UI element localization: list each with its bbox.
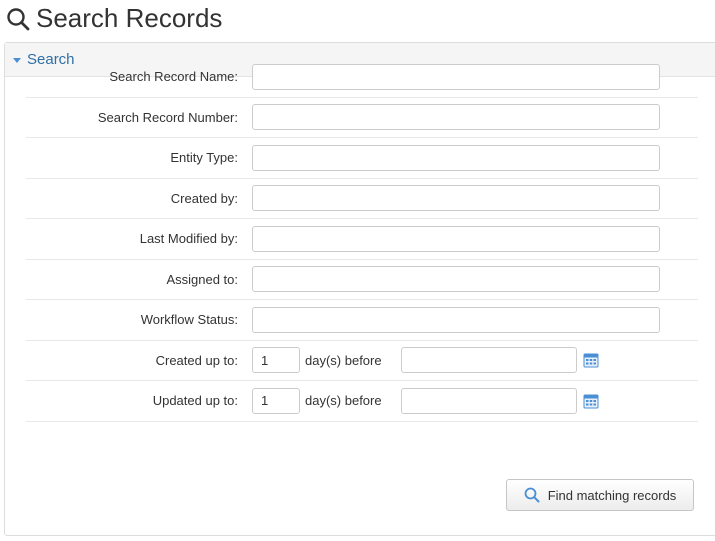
field-label: Workflow Status: [140, 312, 238, 328]
field-label: Search Record Name: [109, 69, 238, 85]
created-by-input[interactable] [252, 185, 660, 212]
form-row-last-modified-by: Last Modified by: [26, 219, 698, 260]
search-record-name-input[interactable] [252, 63, 660, 90]
field-label: Entity Type: [170, 150, 238, 166]
caret-down-icon [13, 58, 21, 63]
assigned-to-input[interactable] [252, 266, 660, 293]
field-label: Updated up to: [152, 393, 238, 409]
field-label: Created by: [170, 190, 238, 206]
search-record-number-input[interactable] [252, 104, 660, 131]
form-row-workflow-status: Workflow Status: [26, 300, 698, 341]
page-title-text: Search Records [36, 2, 223, 33]
entity-type-input[interactable] [252, 144, 660, 171]
updated-date-input[interactable] [401, 387, 577, 414]
search-icon [524, 487, 540, 503]
form-row-entity-type: Entity Type: [26, 138, 698, 179]
created-date-input[interactable] [401, 347, 577, 374]
form-row-record-name: Search Record Name: [26, 57, 698, 98]
field-label: Last Modified by: [139, 231, 238, 247]
find-matching-records-button[interactable]: Find matching records [506, 479, 694, 511]
form-row-assigned-to: Assigned to: [26, 260, 698, 300]
find-button-label: Find matching records [547, 487, 677, 503]
updated-days-input[interactable] [252, 387, 300, 414]
created-days-input[interactable] [252, 347, 300, 374]
field-label: Assigned to: [166, 271, 238, 287]
field-label: Search Record Number: [97, 109, 238, 125]
search-icon [7, 8, 30, 31]
search-form: Search Record Name: Search Record Number… [26, 57, 698, 422]
field-label: Created up to: [155, 352, 238, 368]
days-before-label: day(s) before [305, 352, 382, 368]
form-actions: Find matching records [506, 479, 694, 511]
form-row-updated-up-to: Updated up to: day(s) before [26, 381, 698, 422]
calendar-icon[interactable] [583, 352, 599, 368]
page-title: Search Records [6, 0, 222, 36]
workflow-status-input[interactable] [252, 306, 660, 333]
form-row-created-up-to: Created up to: day(s) before [26, 341, 698, 381]
form-row-record-number: Search Record Number: [26, 98, 698, 138]
form-row-created-by: Created by: [26, 179, 698, 219]
calendar-icon[interactable] [583, 393, 599, 409]
last-modified-by-input[interactable] [252, 225, 660, 252]
days-before-label: day(s) before [305, 393, 382, 409]
